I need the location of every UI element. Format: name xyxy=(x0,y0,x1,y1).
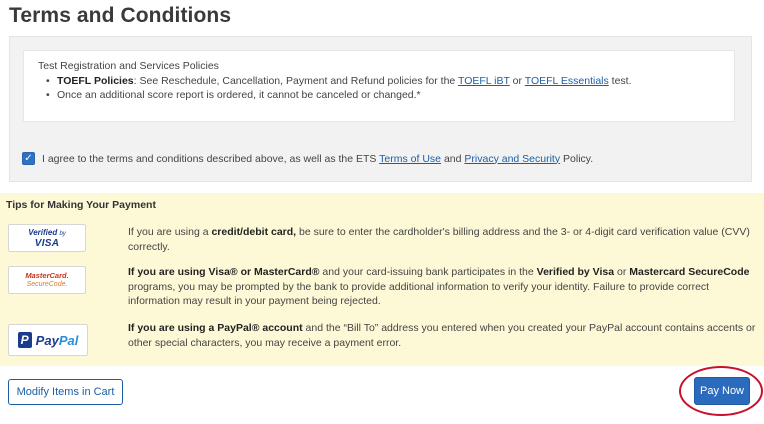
tips-title: Tips for Making Your Payment xyxy=(6,199,156,211)
toefl-policies-label: TOEFL Policies xyxy=(57,74,134,87)
agree-checkbox[interactable]: ✓ xyxy=(22,152,35,165)
tip-credit-card: If you are using a credit/debit card, be… xyxy=(128,226,750,253)
agree-row: ✓ I agree to the terms and conditions de… xyxy=(22,152,593,165)
terms-of-use-link[interactable]: Terms of Use xyxy=(379,153,441,165)
verified-by-visa-logo: Verified by VISA xyxy=(8,224,86,252)
modify-items-in-cart-button[interactable]: Modify Items in Cart xyxy=(8,379,123,405)
terms-box: Test Registration and Services Policies … xyxy=(23,50,735,122)
terms-bullet-score-report: Once an additional score report is order… xyxy=(46,88,720,103)
tip-visa-mastercard: If you are using Visa® or MasterCard® an… xyxy=(128,266,750,307)
mastercard-securecode-logo: MasterCard. SecureCode. xyxy=(8,266,86,294)
pay-now-button[interactable]: Pay Now xyxy=(694,377,750,405)
agree-label: I agree to the terms and conditions desc… xyxy=(42,152,594,165)
terms-heading: Test Registration and Services Policies xyxy=(38,60,219,72)
paypal-icon: P xyxy=(17,332,32,348)
terms-bullet-toefl-policies: TOEFL Policies: See Reschedule, Cancella… xyxy=(46,74,720,89)
toefl-essentials-link[interactable]: TOEFL Essentials xyxy=(525,75,609,87)
tip-paypal: If you are using a PayPal® account and t… xyxy=(128,322,756,349)
privacy-security-link[interactable]: Privacy and Security xyxy=(464,153,560,165)
paypal-logo: P PayPal xyxy=(8,324,88,356)
toefl-ibt-link[interactable]: TOEFL iBT xyxy=(458,75,510,87)
page-title: Terms and Conditions xyxy=(9,4,232,27)
terms-list: TOEFL Policies: See Reschedule, Cancella… xyxy=(46,74,720,103)
payment-tips-panel: Tips for Making Your Payment Verified by… xyxy=(0,193,764,366)
terms-panel: Test Registration and Services Policies … xyxy=(9,36,752,182)
